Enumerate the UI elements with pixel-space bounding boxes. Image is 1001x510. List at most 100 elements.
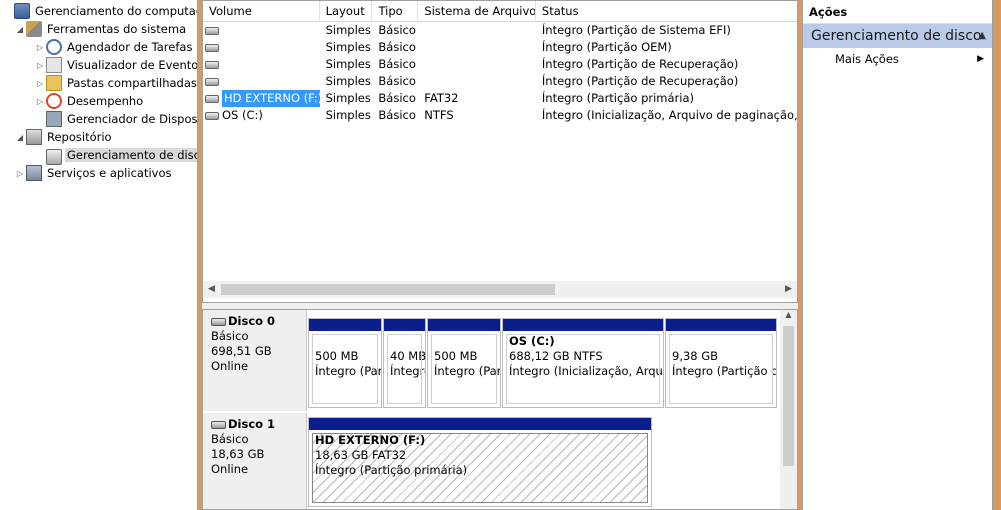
disk-1-type: Básico [211,432,249,446]
actions-pane: Ações Gerenciamento de disco ▲ Mais Açõe… [802,0,993,510]
disk-1-state: Online [211,462,249,476]
column-header-volume[interactable]: Volume [203,1,320,22]
tree-item-label: Gerenciador de Dispositivos [67,112,198,126]
expand-arrow-icon[interactable]: ▷ [34,97,46,106]
volume-cell [203,39,320,56]
disk-0-label[interactable]: Disco 0 Básico 698,51 GB Online [203,310,307,411]
collapse-up-icon[interactable]: ▲ [978,24,986,48]
volume-icon [205,43,219,52]
disk-0-name: Disco 0 [228,314,276,328]
tipo-cell: Básico [378,23,416,37]
column-header-tipo[interactable]: Tipo [372,1,419,22]
scrollbar-thumb[interactable] [221,284,555,295]
status-cell: Íntegro (Inicialização, Arquivo de pagin… [541,108,797,122]
more-actions-item[interactable]: Mais Ações ▶ [803,48,992,70]
tree-item-label: Serviços e aplicativos [47,166,172,180]
filesystem-cell [418,73,536,90]
actions-section-label: Gerenciamento de disco [811,28,982,44]
partition-band [309,418,651,430]
tree-item-disk-management[interactable]: Gerenciamento de disco [34,146,197,165]
volume-list: Volume Layout Tipo Sistema de Arquivos S… [202,0,798,303]
tree-item-shared-folders[interactable]: ▷ Pastas compartilhadas [34,74,197,92]
partition-title: HD EXTERNO (F:) [315,433,426,447]
tree-item-storage[interactable]: ◢ Repositório [14,128,114,146]
partition-recovery-1[interactable]: 500 MBÍntegro (Partição de Recuperação) [427,318,501,408]
disk-0-state: Online [211,359,249,373]
layout-cell: Simples [325,23,371,37]
actions-title: Ações [803,0,992,24]
layout-cell: Simples [325,57,371,71]
partition-frame [431,334,497,404]
table-row[interactable]: Simples Básico Íntegro (Partição de Recu… [203,73,797,90]
partition-frame [506,334,660,404]
disk-0-size: 698,51 GB [211,344,272,358]
collapse-arrow-icon[interactable]: ◢ [14,25,26,34]
partition-oem[interactable]: 40 MBÍntegro (Partição OEM) [383,318,426,408]
scroll-left-icon[interactable]: ◀ [203,281,220,298]
table-row[interactable]: OS (C:) Simples Básico NTFS Íntegro (Ini… [203,107,797,124]
tree-item-event-viewer[interactable]: ▷ Visualizador de Eventos [34,56,198,74]
tree-item-label: Gerenciamento de disco [65,148,197,162]
scroll-up-icon[interactable]: ▲ [780,310,797,324]
partition-hd-externo[interactable]: HD EXTERNO (F:) 18,63 GB FAT32 Íntegro (Pa… [308,417,652,507]
volume-cell [203,56,320,73]
disk-name: Disco 1 [211,417,306,432]
status-cell: Íntegro (Partição de Recuperação) [541,74,739,88]
expand-arrow-icon[interactable]: ▷ [14,169,26,178]
more-actions-label: Mais Ações [835,52,899,66]
navigation-tree: Gerenciamento do computador ◢ Ferramenta… [0,0,198,510]
volume-cell [203,22,320,39]
disk-0-type: Básico [211,329,249,343]
partition-band [309,319,381,331]
partition-os-c[interactable]: OS (C:) 688,12 GB NTFS Íntegro (Inicializa… [502,318,664,408]
tipo-cell: Básico [378,57,416,71]
computer-management-icon [14,3,30,19]
volume-icon [205,60,219,69]
tree-item-task-scheduler[interactable]: ▷ Agendador de Tarefas [34,38,194,56]
column-header-layout[interactable]: Layout [320,1,373,22]
tree-item-label: Agendador de Tarefas [67,40,193,54]
tree-item-performance[interactable]: ▷ Desempenho [34,92,145,110]
tree-item-system-tools[interactable]: ◢ Ferramentas do sistema [14,20,188,38]
tipo-cell: Básico [378,40,416,54]
expand-arrow-icon[interactable]: ▷ [34,79,46,88]
column-header-status[interactable]: Status [536,1,797,22]
partition-frame [312,334,378,404]
table-row[interactable]: Simples Básico Íntegro (Partição OEM) [203,39,797,56]
expand-arrow-icon[interactable]: ▷ [34,61,46,70]
tree-item-label: Gerenciamento do computador [35,4,198,18]
expand-arrow-icon[interactable]: ▷ [34,43,46,52]
volume-icon [205,111,219,120]
collapse-arrow-icon[interactable]: ◢ [14,133,26,142]
column-header-filesystem[interactable]: Sistema de Arquivos [418,1,536,22]
scroll-right-icon[interactable]: ▶ [780,281,797,298]
scrollbar-thumb[interactable] [783,326,794,466]
layout-cell: Simples [325,74,371,88]
horizontal-scrollbar[interactable]: ◀ ▶ [203,281,797,298]
table-row-selected[interactable]: HD EXTERNO (F:) Simples Básico FAT32 Ínt… [203,90,797,107]
disk-icon [211,317,226,326]
partition-band [503,319,663,331]
tree-item-services[interactable]: ▷ Serviços e aplicativos [14,164,173,182]
table-row[interactable]: Simples Básico Íntegro (Partição de Sist… [203,22,797,39]
partition-frame [387,334,422,404]
status-cell: Íntegro (Partição de Recuperação) [541,57,739,71]
partition-text: HD EXTERNO (F:) 18,63 GB FAT32 Íntegro (Pa… [309,430,651,478]
actions-section-disk-management[interactable]: Gerenciamento de disco ▲ [803,24,992,48]
filesystem-cell: FAT32 [424,91,459,105]
disk-1-label[interactable]: Disco 1 Básico 18,63 GB Online [203,413,307,509]
event-viewer-icon [46,57,62,73]
partition-recovery-2[interactable]: 9,38 GBÍntegro (Partição de Recuperação) [665,318,777,408]
vertical-scrollbar[interactable]: ▲ [780,310,797,509]
table-row[interactable]: Simples Básico Íntegro (Partição de Recu… [203,56,797,73]
tree-item-label: Visualizador de Eventos [67,58,198,72]
status-cell: Íntegro (Partição primária) [541,91,694,105]
tree-item-computer-management[interactable]: Gerenciamento do computador [2,2,198,20]
tree-item-device-manager[interactable]: Gerenciador de Dispositivos [34,110,198,128]
storage-icon [26,129,42,145]
center-pane: Volume Layout Tipo Sistema de Arquivos S… [202,0,798,510]
partition-band [384,319,425,331]
partition-frame [669,334,773,404]
status-cell: Íntegro (Partição de Sistema EFI) [541,23,731,37]
partition-efi[interactable]: 500 MBÍntegro (Partição de Sistema EFI) [308,318,382,408]
